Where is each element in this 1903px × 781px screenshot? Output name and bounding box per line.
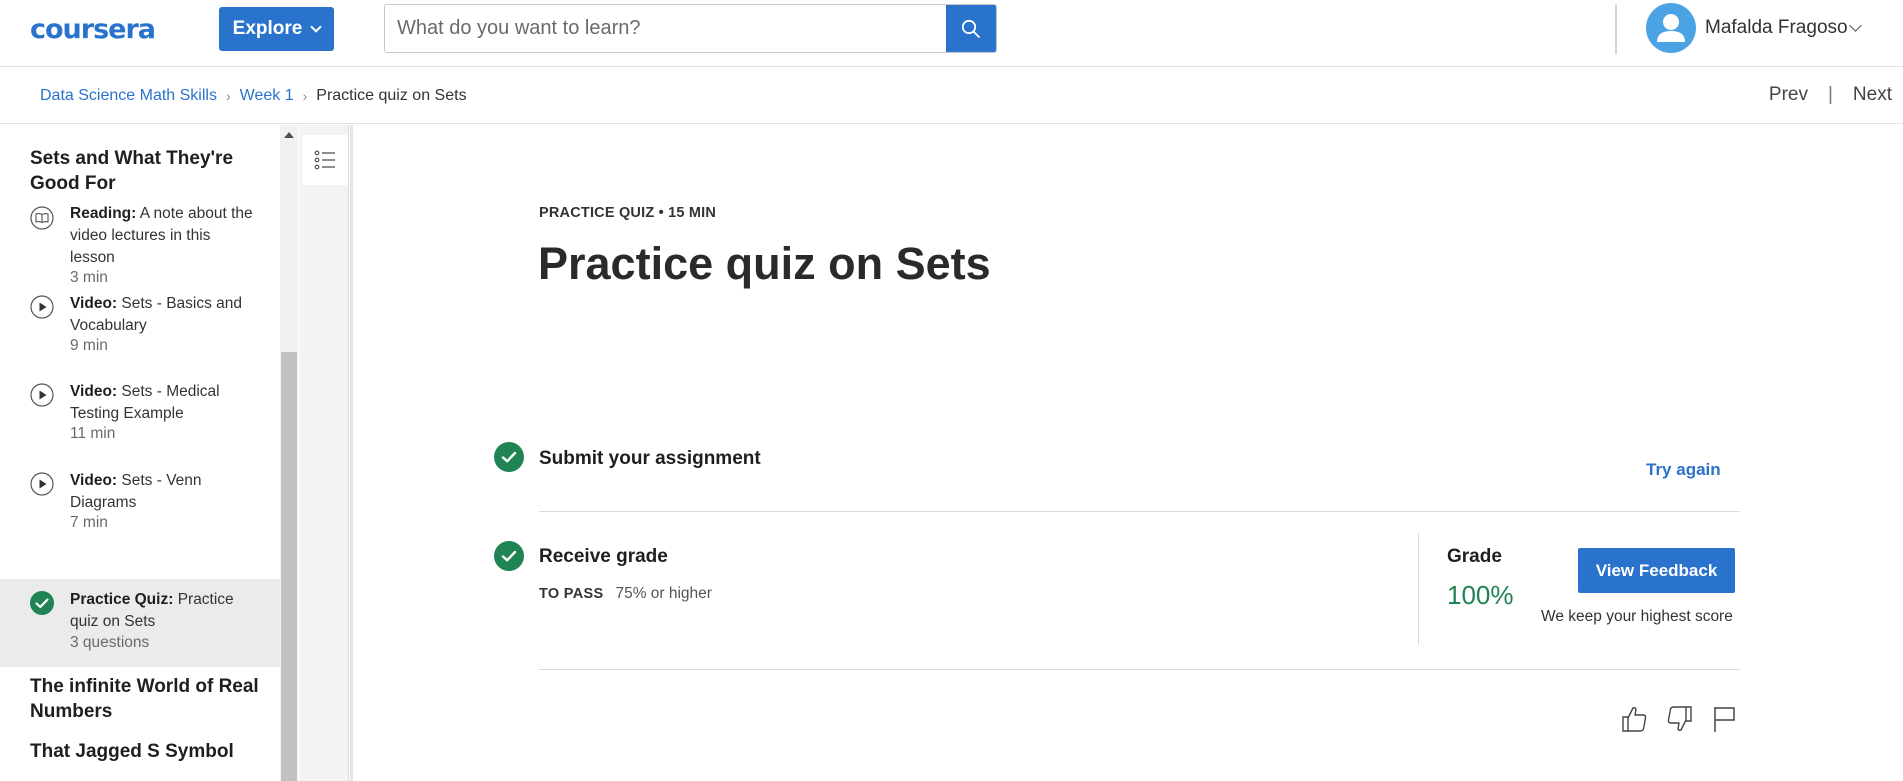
thumbs-up-icon[interactable]: [1620, 704, 1648, 734]
receive-grade-label: Receive grade: [539, 546, 668, 567]
header-divider: [1615, 4, 1617, 54]
play-icon: [30, 295, 54, 319]
sidebar-section-title[interactable]: That Jagged S Symbol: [30, 739, 260, 764]
search-button[interactable]: [946, 5, 996, 52]
pass-requirement: TO PASS 75% or higher: [539, 585, 712, 603]
try-again-link[interactable]: Try again: [1646, 460, 1721, 480]
nav-separator: |: [1827, 84, 1833, 105]
prev-link[interactable]: Prev: [1769, 84, 1808, 106]
sidebar-item-meta: 3 questions: [70, 634, 150, 651]
to-pass-label: TO PASS: [539, 586, 604, 602]
prev-next-nav: Prev | Next: [1769, 84, 1892, 106]
sidebar-item-video[interactable]: Video: Sets - Basics and Vocabulary 9 mi…: [0, 293, 280, 366]
grade-label: Grade: [1447, 546, 1502, 567]
breadcrumb-week[interactable]: Week 1: [240, 87, 294, 105]
breadcrumb-course[interactable]: Data Science Math Skills: [40, 87, 217, 105]
grade-divider: [1418, 533, 1419, 645]
toc-toggle-button[interactable]: [302, 135, 348, 185]
divider: [539, 511, 1740, 512]
chevron-right-icon: ›: [302, 88, 308, 104]
sidebar-item-practice-quiz[interactable]: Practice Quiz: Practice quiz on Sets 3 q…: [0, 579, 280, 667]
sidebar-item-meta: 11 min: [70, 425, 116, 442]
check-circle-icon: [30, 591, 54, 615]
grade-check-icon: [494, 541, 524, 571]
toc-panel: [299, 125, 349, 781]
scroll-up-arrow-icon[interactable]: [284, 132, 294, 138]
submit-assignment-label: Submit your assignment: [539, 448, 761, 469]
breadcrumb-current: Practice quiz on Sets: [316, 87, 467, 104]
highest-score-note: We keep your highest score: [1541, 608, 1733, 625]
thumbs-down-icon[interactable]: [1666, 704, 1694, 734]
sidebar-item-text: Video: Sets - Basics and Vocabulary: [70, 295, 243, 334]
user-name[interactable]: Mafalda Fragoso: [1705, 17, 1848, 39]
sidebar-item-meta: 3 min: [70, 269, 108, 286]
top-header: coursera Explore Mafalda Fragoso: [0, 0, 1903, 67]
coursera-logo[interactable]: coursera: [30, 14, 156, 45]
submit-check-icon: [494, 442, 524, 472]
flag-icon[interactable]: [1710, 704, 1738, 734]
explore-button[interactable]: Explore: [219, 7, 334, 51]
sidebar-item-video[interactable]: Video: Sets - Medical Testing Example 11…: [0, 381, 280, 454]
user-menu-chevron-icon[interactable]: [1849, 19, 1862, 32]
chevron-right-icon: ›: [225, 88, 231, 104]
checkmark-icon: [501, 451, 517, 463]
to-pass-value: 75% or higher: [615, 585, 712, 602]
content-divider: [350, 125, 353, 781]
breadcrumb-bar: Data Science Math Skills › Week 1 › Prac…: [0, 68, 1903, 124]
breadcrumb: Data Science Math Skills › Week 1 › Prac…: [40, 87, 467, 105]
explore-label: Explore: [232, 18, 303, 39]
next-link[interactable]: Next: [1853, 84, 1892, 106]
page-title: Practice quiz on Sets: [538, 238, 991, 289]
play-icon: [30, 472, 54, 496]
sidebar-item-text: Practice Quiz: Practice quiz on Sets: [70, 591, 234, 630]
sidebar-item-meta: 9 min: [70, 337, 108, 354]
grade-value: 100%: [1447, 580, 1514, 610]
sidebar-scroll-thumb[interactable]: [281, 352, 297, 781]
sidebar-item-reading[interactable]: Reading: A note about the video lectures…: [0, 203, 280, 293]
course-sidebar: Sets and What They're Good For Reading: …: [0, 125, 280, 781]
play-icon: [30, 383, 54, 407]
user-icon: [1657, 14, 1685, 42]
sidebar-section-title[interactable]: The infinite World of Real Numbers: [30, 674, 260, 724]
sidebar-item-text: Video: Sets - Medical Testing Example: [70, 383, 220, 422]
view-feedback-button[interactable]: View Feedback: [1578, 548, 1735, 593]
divider: [539, 669, 1740, 670]
search-input[interactable]: [385, 5, 946, 52]
search-bar: [384, 4, 997, 53]
list-icon: [314, 150, 335, 170]
sidebar-item-video[interactable]: Video: Sets - Venn Diagrams 7 min: [0, 470, 280, 543]
sidebar-item-text: Reading: A note about the video lectures…: [70, 205, 253, 266]
search-icon: [961, 19, 980, 38]
item-kicker: PRACTICE QUIZ • 15 MIN: [539, 205, 717, 221]
checkmark-icon: [501, 550, 517, 562]
avatar[interactable]: [1646, 3, 1696, 53]
sidebar-item-meta: 7 min: [70, 514, 108, 531]
sidebar-section-title[interactable]: Sets and What They're Good For: [30, 146, 260, 196]
book-icon: [30, 206, 54, 230]
chevron-down-icon: [310, 21, 323, 33]
sidebar-item-text: Video: Sets - Venn Diagrams: [70, 472, 202, 511]
